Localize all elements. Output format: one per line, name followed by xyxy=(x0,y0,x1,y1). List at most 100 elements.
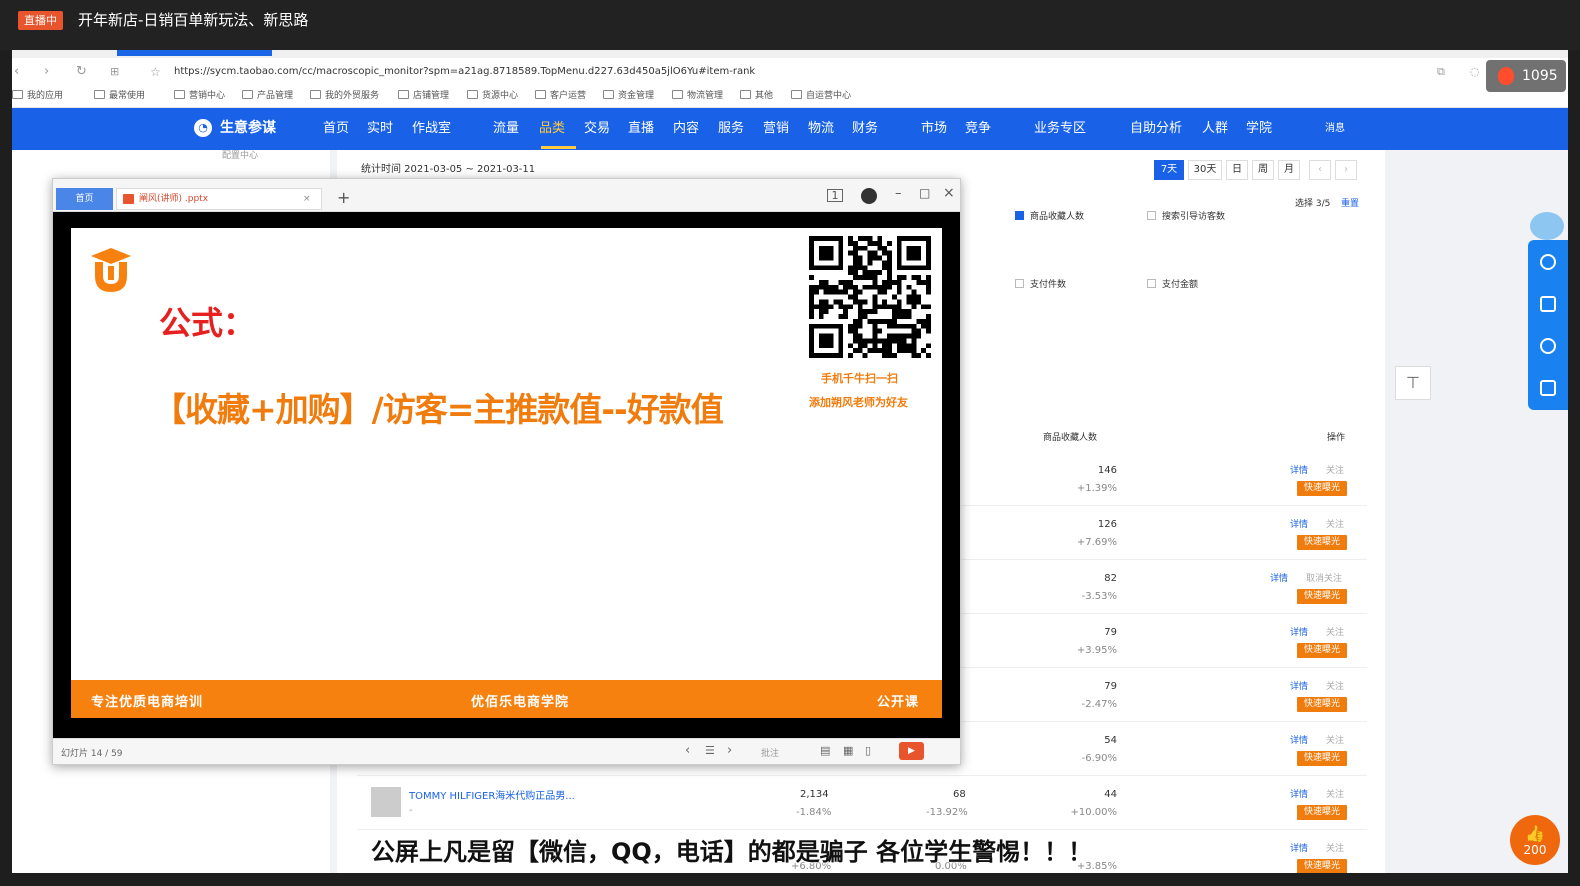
bookmark-item[interactable]: 营销中心 xyxy=(174,90,225,103)
quick-exposure-button[interactable]: 快速曝光 xyxy=(1297,643,1347,658)
detail-link[interactable]: 详情 xyxy=(1270,571,1288,584)
browser-active-tab[interactable] xyxy=(117,50,272,56)
bookmark-item[interactable]: 我的外贸服务 xyxy=(310,90,379,103)
period-week-button[interactable]: 周 xyxy=(1252,160,1274,180)
metric-checkbox[interactable]: 搜索引导访客数 xyxy=(1147,211,1225,223)
nav-item[interactable]: 营销 xyxy=(763,120,789,138)
quick-exposure-button[interactable]: 快速曝光 xyxy=(1297,805,1347,820)
follow-link[interactable]: 关注 xyxy=(1326,733,1344,746)
nav-item[interactable]: 竞争 xyxy=(965,120,991,138)
reload-icon[interactable]: ↻ xyxy=(76,63,87,81)
back-to-top-button[interactable]: ⊤ xyxy=(1395,366,1431,400)
next-slide-icon[interactable]: › xyxy=(727,743,732,758)
sidebar-item-config[interactable]: 配置中心 xyxy=(222,150,258,162)
new-tab-icon[interactable]: + xyxy=(337,189,350,207)
nav-item[interactable]: 自助分析 xyxy=(1130,120,1182,138)
nav-item[interactable]: 实时 xyxy=(367,120,393,138)
chat-icon[interactable] xyxy=(1540,296,1556,312)
follow-link[interactable]: 关注 xyxy=(1326,679,1344,692)
bookmark-item[interactable]: 店铺管理 xyxy=(398,90,449,103)
nav-item[interactable]: 财务 xyxy=(852,120,878,138)
nav-item[interactable]: 市场 xyxy=(921,120,947,138)
bookmark-item[interactable]: 其他 xyxy=(740,90,773,103)
grid-view-icon[interactable]: ▦ xyxy=(843,744,853,757)
play-slideshow-button[interactable]: ▶ xyxy=(899,742,924,760)
notes-button[interactable]: 批注 xyxy=(761,746,779,759)
quick-exposure-button[interactable]: 快速曝光 xyxy=(1297,535,1347,550)
messages-link[interactable]: 消息 xyxy=(1325,122,1345,136)
bell-icon[interactable] xyxy=(1540,254,1556,270)
detail-link[interactable]: 详情 xyxy=(1290,841,1308,854)
bookmark-item[interactable]: 物流管理 xyxy=(672,90,723,103)
prev-period-icon[interactable]: ‹ xyxy=(1309,160,1331,180)
brand-name[interactable]: 生意参谋 xyxy=(220,118,276,138)
follow-link[interactable]: 关注 xyxy=(1326,463,1344,476)
nav-item[interactable]: 物流 xyxy=(808,120,834,138)
nav-item[interactable]: 交易 xyxy=(584,120,610,138)
share-icon[interactable]: ⧉ xyxy=(1437,63,1445,81)
nav-item[interactable]: 人群 xyxy=(1202,120,1228,138)
nav-item[interactable]: 业务专区 xyxy=(1034,120,1086,138)
period-7d-button[interactable]: 7天 xyxy=(1154,160,1184,180)
grid-icon[interactable]: ⊞ xyxy=(110,63,119,81)
metric-checkbox[interactable]: 商品收藏人数 xyxy=(1015,211,1084,223)
home-icon[interactable] xyxy=(1540,380,1556,396)
back-icon[interactable]: ‹ xyxy=(14,63,19,81)
nav-item[interactable]: 首页 xyxy=(323,120,349,138)
user-avatar-icon[interactable] xyxy=(861,188,877,204)
clock-icon[interactable] xyxy=(1540,338,1556,354)
nav-item[interactable]: 流量 xyxy=(493,120,519,138)
nav-item[interactable]: 内容 xyxy=(673,120,699,138)
like-button[interactable]: 👍 200 xyxy=(1510,815,1560,865)
nav-item[interactable]: 学院 xyxy=(1246,120,1272,138)
slide-list-icon[interactable]: ☰ xyxy=(705,744,715,757)
quick-exposure-button[interactable]: 快速曝光 xyxy=(1297,751,1347,766)
bookmark-item[interactable]: 资金管理 xyxy=(603,90,654,103)
bookmark-item[interactable]: 产品管理 xyxy=(242,90,293,103)
bookmark-item[interactable]: 我的应用 xyxy=(12,90,63,103)
shield-icon[interactable]: ◌ xyxy=(1470,63,1480,81)
reset-link[interactable]: 重置 xyxy=(1341,196,1359,209)
quick-exposure-button[interactable]: 快速曝光 xyxy=(1297,481,1347,496)
bookmark-item[interactable]: 货源中心 xyxy=(467,90,518,103)
maximize-icon[interactable]: □ xyxy=(919,186,930,200)
detail-link[interactable]: 详情 xyxy=(1290,679,1308,692)
follow-link[interactable]: 关注 xyxy=(1326,625,1344,638)
metric-checkbox[interactable]: 支付件数 xyxy=(1015,279,1066,291)
tab-pptx-file[interactable]: 阐风(讲师) .pptx × xyxy=(116,188,322,210)
product-thumbnail[interactable] xyxy=(371,787,401,817)
slide-number-icon[interactable]: 1 xyxy=(827,189,843,202)
column-header-fav[interactable]: 商品收藏人数 xyxy=(1043,430,1097,443)
star-icon[interactable]: ☆ xyxy=(150,63,161,81)
tab-home[interactable]: 首页 xyxy=(56,188,113,210)
forward-icon[interactable]: › xyxy=(44,63,49,81)
detail-link[interactable]: 详情 xyxy=(1290,733,1308,746)
follow-link[interactable]: 取消关注 xyxy=(1306,571,1342,584)
detail-link[interactable]: 详情 xyxy=(1290,517,1308,530)
quick-exposure-button[interactable]: 快速曝光 xyxy=(1297,859,1347,873)
period-day-button[interactable]: 日 xyxy=(1226,160,1248,180)
product-name-link[interactable]: TOMMY HILFIGER海米代购正品男... xyxy=(409,787,575,802)
follow-link[interactable]: 关注 xyxy=(1326,517,1344,530)
bookmark-item[interactable]: 最常使用 xyxy=(94,90,145,103)
follow-link[interactable]: 关注 xyxy=(1326,841,1344,854)
metric-checkbox[interactable]: 支付金额 xyxy=(1147,279,1198,291)
detail-link[interactable]: 详情 xyxy=(1290,625,1308,638)
tab-close-icon[interactable]: × xyxy=(303,189,311,209)
reading-view-icon[interactable]: ▯ xyxy=(865,744,871,757)
minimize-icon[interactable]: – xyxy=(895,186,902,201)
nav-item-active[interactable]: 品类 xyxy=(539,120,565,138)
bookmark-item[interactable]: 自运营中心 xyxy=(791,90,851,103)
nav-item[interactable]: 服务 xyxy=(718,120,744,138)
quick-exposure-button[interactable]: 快速曝光 xyxy=(1297,589,1347,604)
prev-slide-icon[interactable]: ‹ xyxy=(685,743,690,758)
period-month-button[interactable]: 月 xyxy=(1278,160,1300,180)
nav-item[interactable]: 直播 xyxy=(628,120,654,138)
assistant-avatar-icon[interactable] xyxy=(1530,212,1564,240)
detail-link[interactable]: 详情 xyxy=(1290,787,1308,800)
period-30d-button[interactable]: 30天 xyxy=(1188,160,1222,180)
bookmark-item[interactable]: 客户运营 xyxy=(535,90,586,103)
close-window-icon[interactable]: × xyxy=(943,185,955,201)
detail-link[interactable]: 详情 xyxy=(1290,463,1308,476)
follow-link[interactable]: 关注 xyxy=(1326,787,1344,800)
